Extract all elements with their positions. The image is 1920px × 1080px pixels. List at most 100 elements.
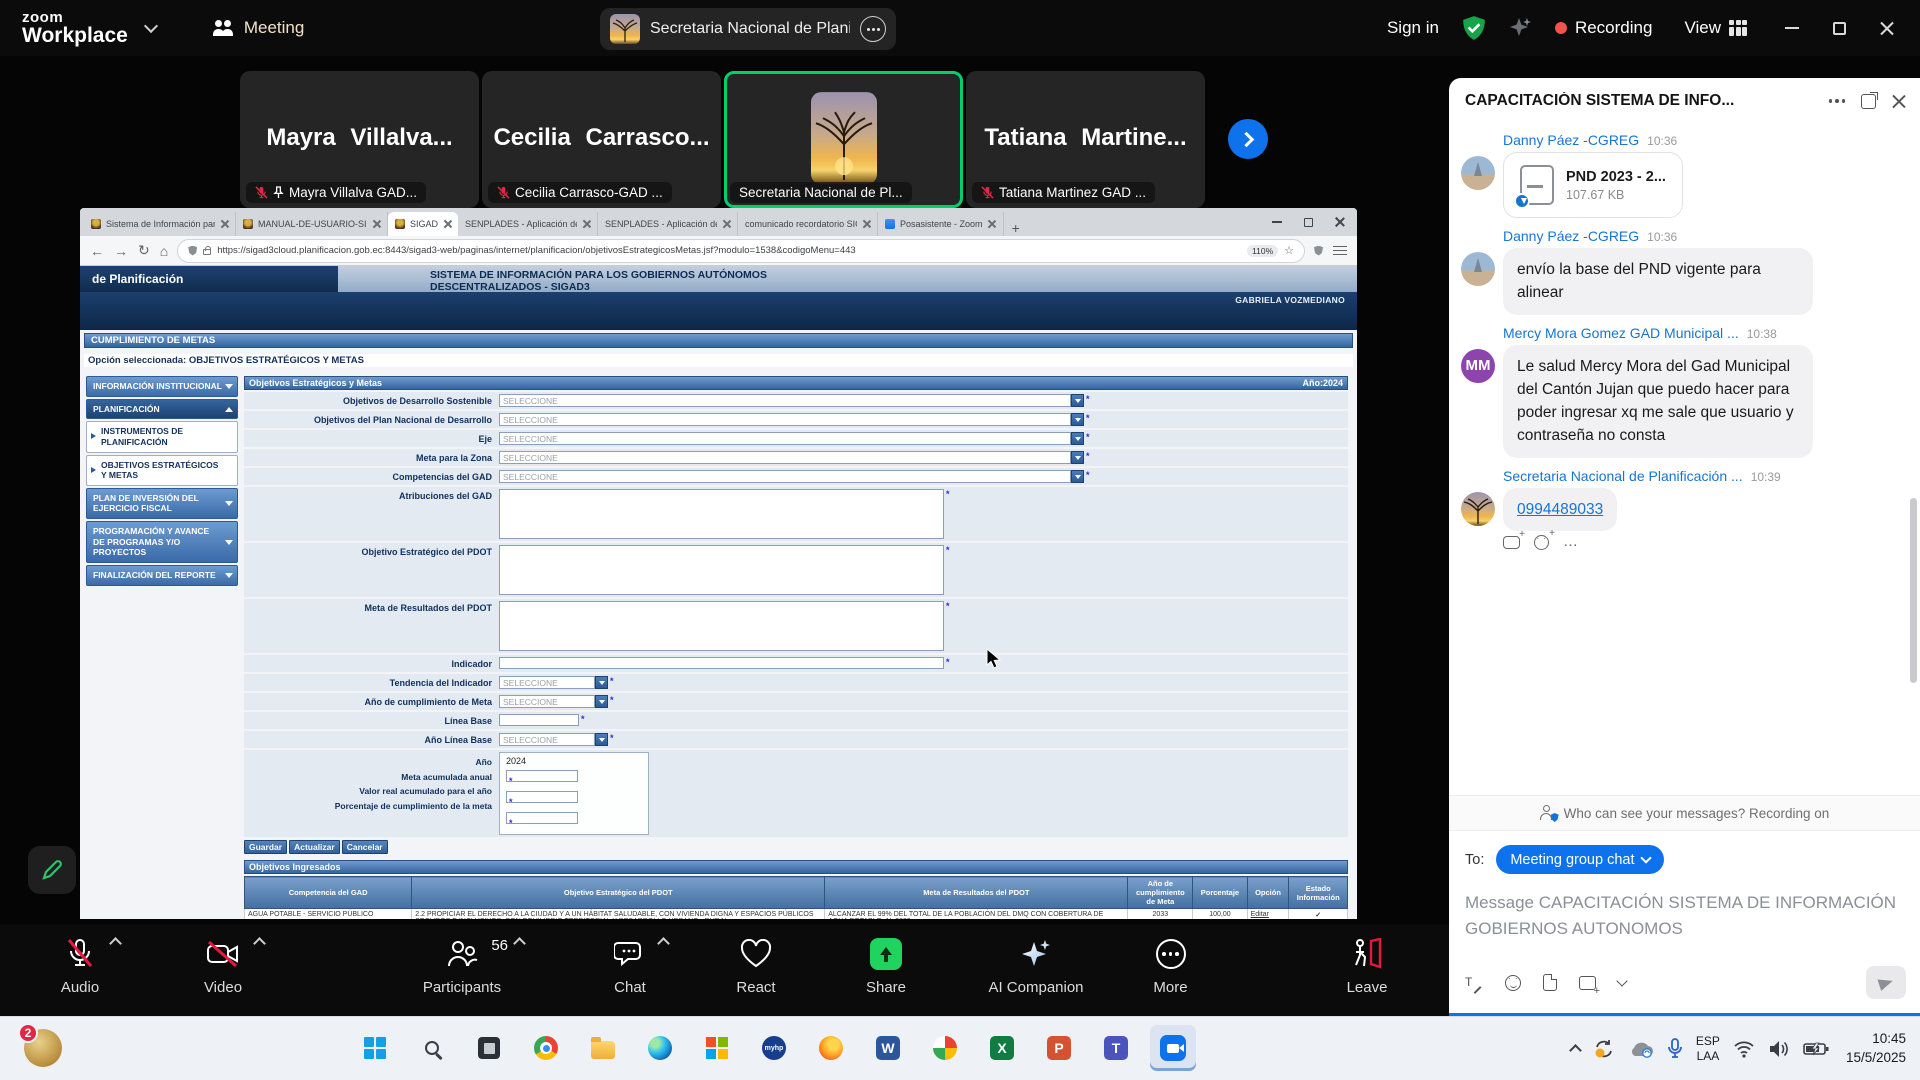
taskbar-microsoft-365[interactable]	[694, 1025, 740, 1071]
leave-button[interactable]: Leave	[1312, 935, 1422, 996]
browser-close-icon[interactable]	[1335, 217, 1345, 227]
taskbar-powerpoint[interactable]: P	[1036, 1025, 1082, 1071]
reply-icon[interactable]	[1503, 536, 1520, 549]
video-tile-tatiana[interactable]: Tatiana Martine... Tatiana Martinez GAD …	[966, 71, 1205, 208]
video-tile-cecilia[interactable]: Cecilia Carrasco... Cecilia Carrasco-GAD…	[482, 71, 721, 208]
add-reaction-icon[interactable]	[1534, 535, 1549, 550]
browser-tab-3[interactable]: SENPLADES - Aplicación de Admin	[458, 212, 598, 236]
meta-pdot-textarea[interactable]	[499, 601, 944, 651]
menu-item-instrumentos-de-planificacion[interactable]: INSTRUMENTOS DE PLANIFICACIÓN	[86, 421, 238, 452]
maximize-icon[interactable]	[1833, 22, 1846, 35]
taskbar-file-explorer[interactable]	[580, 1025, 626, 1071]
menu-item-programacion-y-avance[interactable]: PROGRAMACIÓN Y AVANCE DE PROGRAMAS Y/O P…	[86, 521, 238, 563]
menu-item-planificacion[interactable]: PLANIFICACIÓN	[86, 399, 238, 420]
menu-item-finalizacion-del-reporte[interactable]: FINALIZACIÓN DEL REPORTE	[86, 565, 238, 586]
tab-close-icon[interactable]	[862, 220, 870, 228]
editar-link[interactable]: Editar	[1247, 909, 1289, 920]
valor-real-input[interactable]	[506, 791, 578, 803]
anio-cumplimiento-select[interactable]: SELECCIONE	[499, 695, 608, 708]
actualizar-button[interactable]: Actualizar	[289, 840, 340, 854]
taskbar-clock[interactable]: 10:45 15/5/2025	[1846, 1030, 1906, 1068]
send-button[interactable]	[1866, 966, 1906, 999]
more-button[interactable]: More	[1128, 935, 1213, 996]
taskbar-zoom-active[interactable]	[1150, 1025, 1196, 1071]
search-button[interactable]	[409, 1025, 455, 1071]
browser-menu-icon[interactable]	[1333, 246, 1347, 256]
phone-link[interactable]: 0994489033	[1517, 501, 1603, 518]
dropdown-button[interactable]	[595, 733, 608, 746]
video-tile-mayra[interactable]: Mayra Villalva... Mayra Villalva GAD...	[240, 71, 479, 208]
security-shield-icon[interactable]	[1461, 15, 1487, 41]
annotate-button[interactable]	[28, 846, 76, 894]
tab-meeting[interactable]: Meeting	[212, 18, 304, 38]
browser-tab-0[interactable]: Sistema de Información para lo	[84, 212, 236, 236]
chat-more-icon[interactable]	[1829, 99, 1846, 103]
tab-close-icon[interactable]	[722, 220, 730, 228]
tab-close-icon[interactable]	[582, 220, 590, 228]
tracking-shield-icon[interactable]	[188, 246, 197, 256]
taskbar-edge[interactable]	[637, 1025, 683, 1071]
attach-file-icon[interactable]	[1543, 974, 1557, 991]
chevron-down-icon[interactable]	[1616, 975, 1627, 986]
bookmark-star-icon[interactable]: ☆	[1284, 244, 1294, 257]
minimize-icon[interactable]	[1785, 27, 1799, 29]
mic-active-icon[interactable]	[1667, 1038, 1683, 1060]
next-participants-button[interactable]	[1228, 119, 1268, 159]
url-text[interactable]: https://sigad3cloud.planificacion.gob.ec…	[217, 245, 1241, 256]
tab-close-icon[interactable]	[443, 220, 451, 228]
menu-item-plan-de-inversion[interactable]: PLAN DE INVERSIÓN DEL EJERCICIO FISCAL	[86, 488, 238, 519]
close-icon[interactable]	[1880, 21, 1894, 35]
ai-companion-button[interactable]: AI Companion	[966, 935, 1106, 996]
start-button[interactable]	[352, 1025, 398, 1071]
taskbar-teams[interactable]: T	[1093, 1025, 1139, 1071]
browser-tab-5[interactable]: comunicado recordatorio SIGAD 20	[738, 212, 878, 236]
taskbar-excel[interactable]: X	[979, 1025, 1025, 1071]
visibility-notice[interactable]: Who can see your messages? Recording on	[1449, 795, 1920, 831]
taskbar-app-window[interactable]	[466, 1025, 512, 1071]
guardar-button[interactable]: Guardar	[244, 840, 287, 854]
dropdown-button[interactable]	[595, 695, 608, 708]
new-tab-icon[interactable]: +	[1012, 220, 1020, 236]
chat-close-icon[interactable]	[1892, 94, 1906, 108]
eje-select[interactable]: SELECCIONE	[499, 432, 1084, 445]
taskbar-myhp[interactable]: myhp	[751, 1025, 797, 1071]
tab-close-icon[interactable]	[372, 220, 380, 228]
taskbar-google-app[interactable]	[922, 1025, 968, 1071]
competencias-select[interactable]: SELECCIONE	[499, 470, 1084, 483]
battery-icon[interactable]	[1803, 1041, 1829, 1057]
pnd-select[interactable]: SELECCIONE	[499, 413, 1084, 426]
linea-base-input[interactable]	[499, 714, 579, 726]
url-bar[interactable]: https://sigad3cloud.planificacion.gob.ec…	[178, 240, 1304, 262]
react-button[interactable]: React	[716, 935, 796, 996]
sign-in-button[interactable]: Sign in	[1387, 18, 1439, 38]
sync-icon[interactable]	[1593, 1038, 1615, 1060]
share-button[interactable]: Share	[846, 935, 926, 996]
taskbar-word[interactable]: W	[865, 1025, 911, 1071]
ai-sparkle-icon[interactable]	[1509, 16, 1533, 40]
message-more-icon[interactable]: …	[1563, 538, 1580, 546]
chat-options-chevron[interactable]	[657, 937, 670, 950]
session-more-icon[interactable]	[860, 16, 886, 42]
audio-options-chevron[interactable]	[109, 937, 122, 950]
porcentaje-input[interactable]	[506, 812, 578, 824]
language-indicator[interactable]: ESP LAA	[1696, 1034, 1720, 1064]
video-button[interactable]: Video	[178, 935, 268, 996]
taskbar-chrome[interactable]	[523, 1025, 569, 1071]
ods-select[interactable]: SELECCIONE	[499, 394, 1084, 407]
screenshot-icon[interactable]	[1579, 976, 1596, 990]
menu-item-informacion-institucional[interactable]: INFORMACIÓN INSTITUCIONAL	[86, 376, 238, 397]
participants-options-chevron[interactable]	[513, 937, 526, 950]
browser-tab-4[interactable]: SENPLADES - Aplicación de Admin	[598, 212, 738, 236]
home-icon[interactable]: ⌂	[160, 243, 168, 259]
indicador-input[interactable]	[499, 657, 944, 669]
dropdown-button[interactable]	[1071, 451, 1084, 464]
browser-tab-1[interactable]: MANUAL-DE-USUARIO-SIGAD	[236, 212, 388, 236]
meta-zona-select[interactable]: SELECCIONE	[499, 451, 1084, 464]
video-tile-secretaria-active[interactable]: Secretaria Nacional de Pl...	[724, 71, 963, 208]
dropdown-button[interactable]	[595, 676, 608, 689]
dropdown-button[interactable]	[1071, 432, 1084, 445]
dropdown-button[interactable]	[1071, 470, 1084, 483]
onedrive-cloud-icon[interactable]	[1628, 1040, 1654, 1058]
recording-indicator[interactable]: Recording	[1555, 18, 1653, 38]
chat-scrollbar[interactable]	[1910, 498, 1917, 683]
